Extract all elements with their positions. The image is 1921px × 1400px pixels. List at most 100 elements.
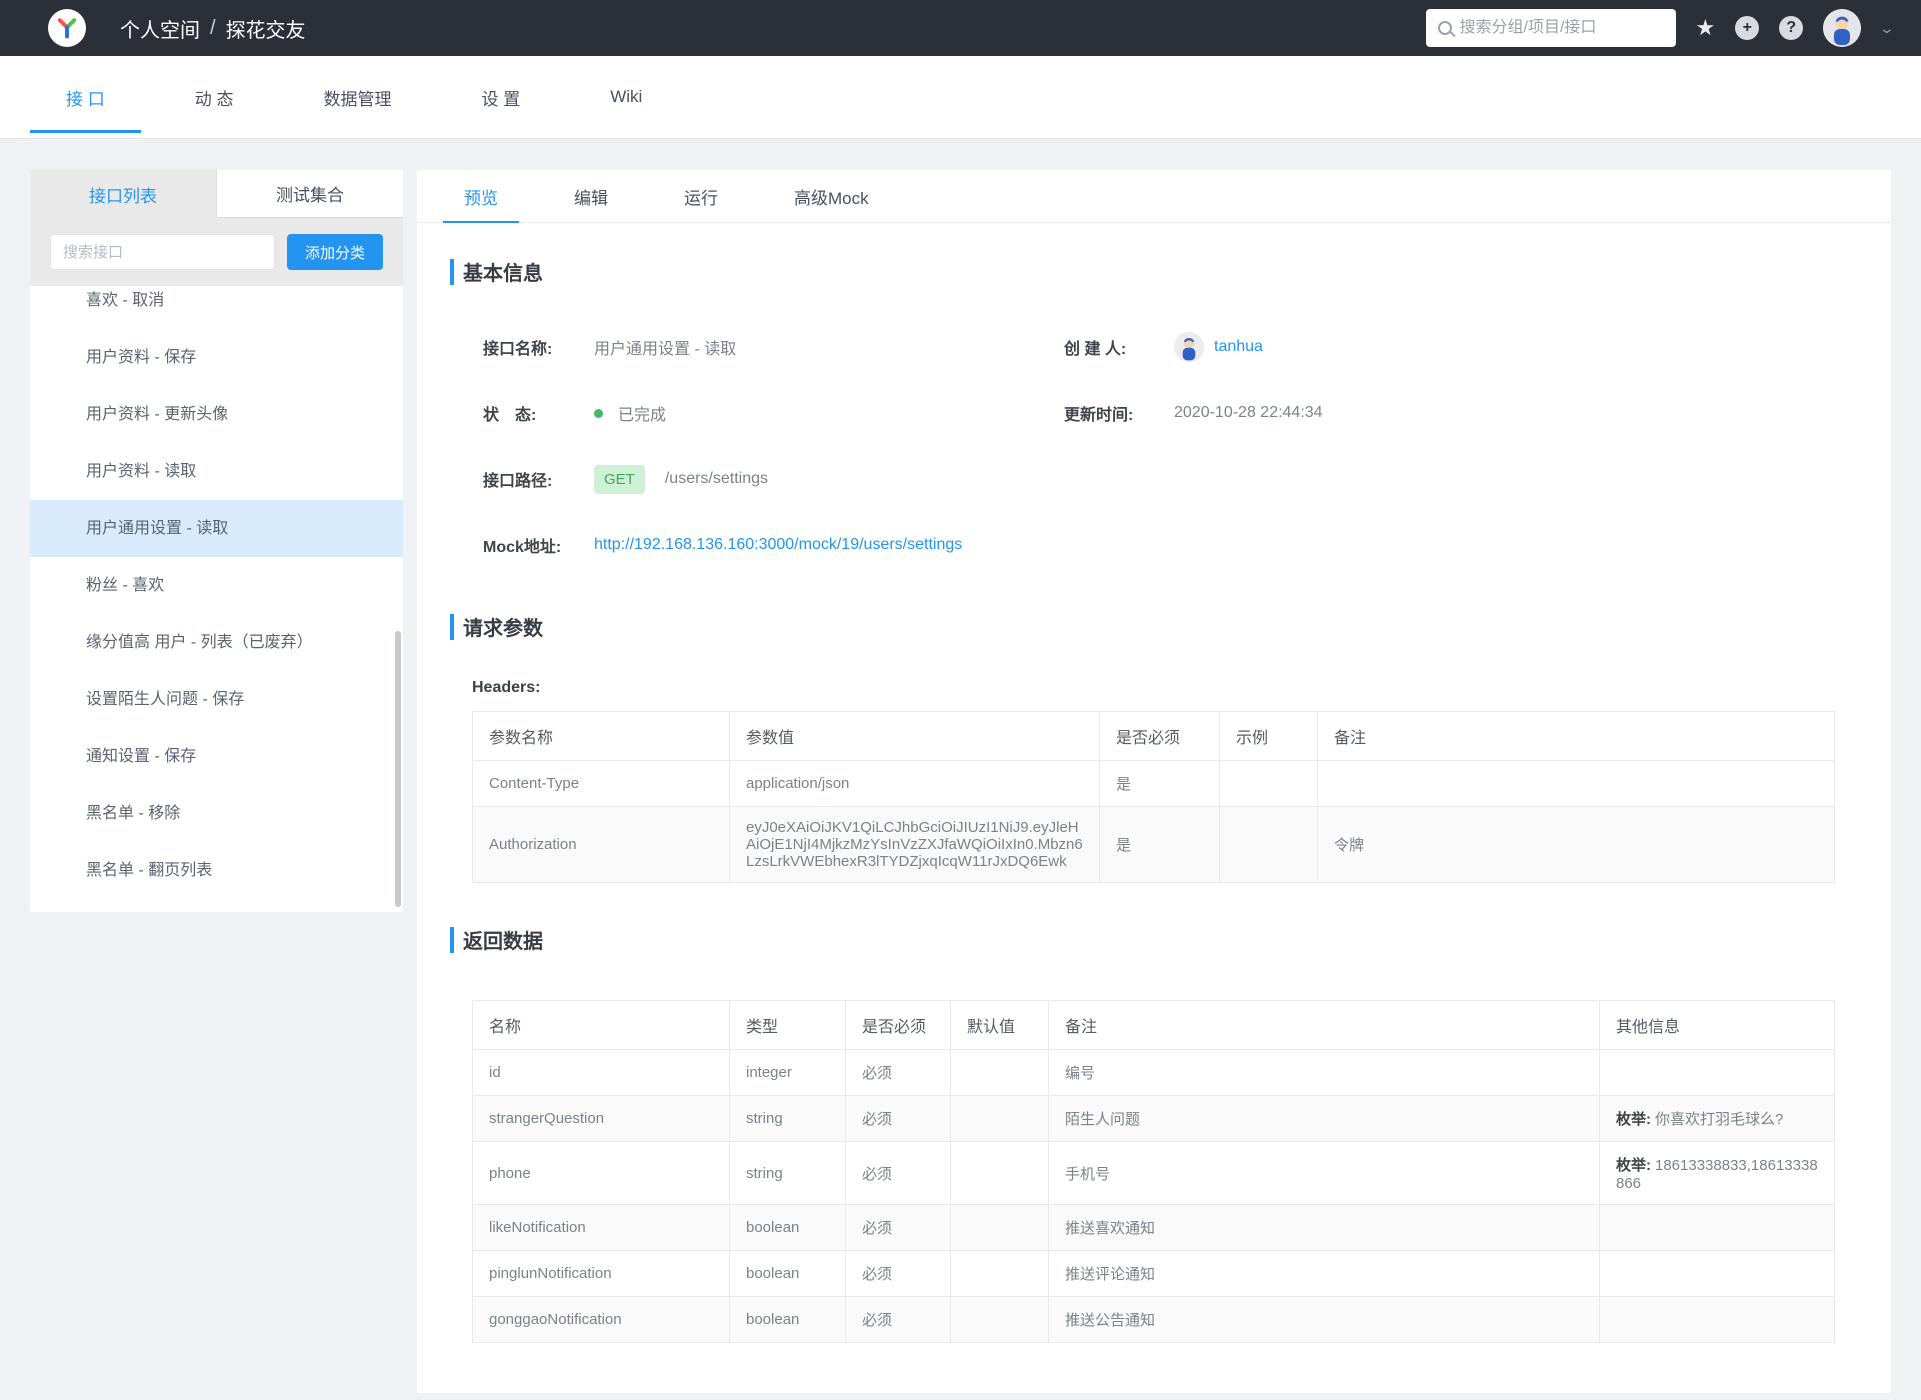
enum-value: 你喜欢打羽毛球么? — [1655, 1111, 1784, 1128]
status-label: 状 态: — [483, 407, 537, 424]
table-row: phone string 必须 手机号 枚举: 18613338833,18613… — [472, 1141, 1835, 1205]
enum-label: 枚举: — [1616, 1157, 1651, 1174]
table-row: pinglunNotification boolean 必须 推送评论通知 — [472, 1250, 1835, 1297]
cell-param-value: eyJ0eXAiOiJKV1QiLCJhbGciOiJIUzI1NiJ9.eyJ… — [729, 806, 1100, 883]
table-row: likeNotification boolean 必须 推送喜欢通知 — [472, 1204, 1835, 1251]
list-item[interactable]: 设置陌生人问题 - 保存 — [30, 671, 403, 728]
cell-type: boolean — [729, 1250, 846, 1297]
cell-type: boolean — [729, 1204, 846, 1251]
path-label: 接口路径: — [483, 473, 553, 490]
table-row: id integer 必须 编号 — [472, 1049, 1835, 1096]
cell-default — [950, 1204, 1049, 1251]
help-icon[interactable]: ? — [1779, 16, 1804, 40]
tab-edit[interactable]: 编辑 — [565, 170, 617, 222]
column-header: 示例 — [1219, 711, 1318, 761]
creator-name-link[interactable]: tanhua — [1214, 338, 1263, 356]
basic-info-grid: 接口名称: 用户通用设置 - 读取 创 建 人: tanhua 状 态: 已完成… — [483, 332, 1891, 560]
updated-time-value: 2020-10-28 22:44:34 — [1174, 404, 1323, 421]
sidebar-tab-interface-list[interactable]: 接口列表 — [30, 170, 216, 218]
list-item[interactable]: 粉丝 - 喜欢 — [30, 557, 403, 614]
cell-other-info — [1599, 1250, 1835, 1297]
enum-label: 枚举: — [1616, 1111, 1651, 1128]
cell-field-name: id — [472, 1049, 730, 1096]
interface-name-value: 用户通用设置 - 读取 — [594, 341, 737, 358]
table-header-row: 参数名称 参数值 是否必须 示例 备注 — [472, 711, 1835, 761]
section-title-response-data: 返回数据 — [450, 925, 1891, 954]
sidebar-tab-test-collection[interactable]: 测试集合 — [216, 170, 403, 218]
global-search-input[interactable] — [1459, 19, 1667, 37]
tab-wiki[interactable]: Wiki — [608, 56, 644, 138]
tab-data-manage[interactable]: 数据管理 — [321, 56, 393, 138]
list-item[interactable]: 通知设置 - 保存 — [30, 728, 403, 785]
cell-required: 是 — [1099, 806, 1220, 883]
list-item[interactable]: 缘分值高 用户 - 列表（已废弃） — [30, 614, 403, 671]
cell-field-name: likeNotification — [472, 1204, 730, 1251]
breadcrumb-group[interactable]: 个人空间 — [120, 14, 200, 43]
tab-settings[interactable]: 设 置 — [479, 56, 522, 138]
tab-activity[interactable]: 动 态 — [193, 56, 236, 138]
cell-remark: 推送公告通知 — [1048, 1296, 1600, 1343]
cell-required: 必须 — [845, 1296, 951, 1343]
cell-required: 必须 — [845, 1049, 951, 1096]
cell-default — [950, 1049, 1049, 1096]
cell-other-info — [1599, 1204, 1835, 1251]
mock-url-link[interactable]: http://192.168.136.160:3000/mock/19/user… — [594, 536, 962, 554]
cell-default — [950, 1250, 1049, 1297]
table-row: strangerQuestion string 必须 陌生人问题 枚举: 你喜欢打… — [472, 1095, 1835, 1142]
column-header: 默认值 — [950, 1000, 1049, 1050]
cell-other-info: 枚举: 18613338833,18613338866 — [1599, 1141, 1835, 1205]
cell-type: boolean — [729, 1296, 846, 1343]
interface-detail-panel: 预览 编辑 运行 高级Mock 基本信息 接口名称: 用户通用设置 - 读取 创… — [417, 170, 1891, 1393]
cell-required: 必须 — [845, 1095, 951, 1142]
list-item[interactable]: 喜欢 - 取消 — [30, 286, 403, 329]
breadcrumb: 个人空间 / 探花交友 — [120, 14, 306, 43]
list-item-selected[interactable]: 用户通用设置 - 读取 — [30, 500, 403, 557]
cell-default — [950, 1296, 1049, 1343]
star-icon[interactable]: ★ — [1696, 17, 1716, 39]
interface-list: 喜欢 - 取消 用户资料 - 保存 用户资料 - 更新头像 用户资料 - 读取 … — [30, 286, 403, 910]
list-item[interactable]: 黑名单 - 移除 — [30, 785, 403, 842]
column-header: 备注 — [1048, 1000, 1600, 1050]
tab-interface[interactable]: 接 口 — [30, 56, 141, 138]
breadcrumb-separator: / — [210, 16, 216, 39]
tab-run[interactable]: 运行 — [675, 170, 727, 222]
breadcrumb-project[interactable]: 探花交友 — [226, 14, 306, 43]
status-done-dot — [594, 408, 603, 418]
headers-table: 参数名称 参数值 是否必须 示例 备注 Content-Type applica… — [472, 711, 1835, 883]
list-item[interactable]: 用户资料 - 保存 — [30, 329, 403, 386]
cell-type: string — [729, 1141, 846, 1205]
path-value: /users/settings — [664, 470, 768, 487]
cell-required: 必须 — [845, 1204, 951, 1251]
cell-other-info: 枚举: 你喜欢打羽毛球么? — [1599, 1095, 1835, 1142]
cell-required: 必须 — [845, 1250, 951, 1297]
cell-example — [1219, 760, 1318, 807]
cell-field-name: strangerQuestion — [472, 1095, 730, 1142]
chevron-down-icon[interactable]: ⌄ — [1879, 20, 1895, 37]
add-category-button[interactable]: 添加分类 — [287, 234, 383, 270]
cell-required: 是 — [1099, 760, 1220, 807]
interface-search-input[interactable] — [50, 234, 275, 270]
cell-other-info — [1599, 1296, 1835, 1343]
tab-preview[interactable]: 预览 — [443, 170, 519, 223]
cell-remark: 手机号 — [1048, 1141, 1600, 1205]
tab-advanced-mock[interactable]: 高级Mock — [785, 170, 878, 222]
column-header: 其他信息 — [1599, 1000, 1835, 1050]
creator-avatar[interactable] — [1174, 332, 1204, 362]
column-header: 类型 — [729, 1000, 846, 1050]
list-item[interactable]: 黑名单 - 翻页列表 — [30, 842, 403, 899]
interface-name-label: 接口名称: — [483, 341, 553, 358]
list-item[interactable]: 用户资料 - 读取 — [30, 443, 403, 500]
column-header: 是否必须 — [1099, 711, 1220, 761]
column-header: 参数值 — [729, 711, 1100, 761]
column-header: 名称 — [472, 1000, 730, 1050]
list-item[interactable]: 用户资料 - 更新头像 — [30, 386, 403, 443]
cell-remark: 推送喜欢通知 — [1048, 1204, 1600, 1251]
table-row: Content-Type application/json 是 — [472, 760, 1835, 807]
sidebar-scrollbar[interactable] — [395, 631, 401, 907]
add-project-icon[interactable]: + — [1735, 16, 1760, 40]
column-header: 参数名称 — [472, 711, 730, 761]
search-icon — [1437, 21, 1452, 35]
user-avatar[interactable] — [1823, 9, 1862, 47]
column-header: 是否必须 — [845, 1000, 951, 1050]
yapi-logo-icon[interactable] — [48, 9, 86, 47]
